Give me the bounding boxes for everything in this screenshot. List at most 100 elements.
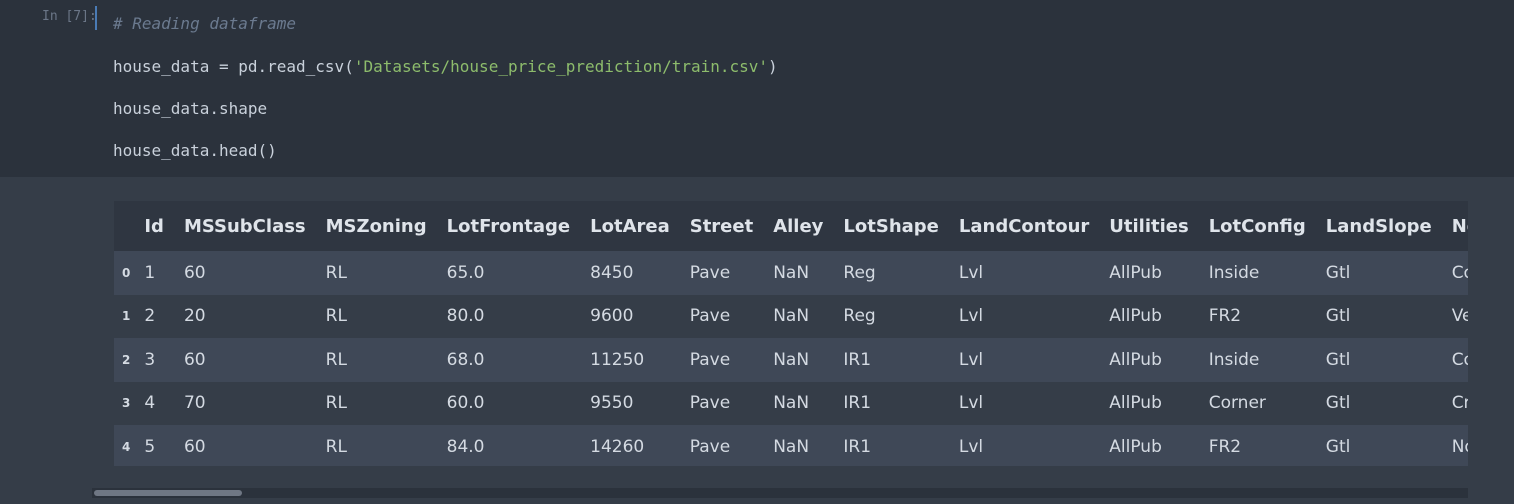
- code-text: ): [768, 57, 778, 76]
- table-cell: 20: [183, 306, 206, 327]
- column-header: LandSlope: [1315, 201, 1442, 251]
- table-cell: FR2: [1208, 306, 1242, 327]
- table-cell: RL: [325, 393, 347, 414]
- row-index: 1: [122, 309, 131, 324]
- table-cell: 60.0: [446, 393, 485, 414]
- table-cell: IR1: [843, 436, 872, 457]
- column-header: MSSubClass: [173, 201, 316, 251]
- dataframe-output: Id MSSubClass MSZoning LotFrontage LotArea St…: [114, 201, 1468, 466]
- table-cell: Veenker: [1451, 306, 1468, 327]
- table-cell: AllPub: [1109, 262, 1162, 283]
- table-cell: 65.0: [446, 262, 485, 283]
- table-cell: 8450: [590, 262, 634, 283]
- table-cell: Lvl: [958, 262, 984, 283]
- table-cell: 14260: [590, 436, 645, 457]
- row-index: 2: [122, 352, 131, 367]
- table-cell: FR2: [1208, 436, 1242, 457]
- table-cell: IR1: [843, 393, 872, 414]
- notebook-cell: In [7]: # Reading dataframe house_data =…: [0, 0, 1514, 504]
- table-cell: RL: [325, 436, 347, 457]
- table-cell: AllPub: [1109, 349, 1162, 370]
- table-cell: 80.0: [446, 306, 485, 327]
- table-cell: Pave: [689, 262, 731, 283]
- table-cell: NoRidge: [1451, 436, 1468, 457]
- table-cell: 60: [183, 436, 206, 457]
- column-header: MSZoning: [315, 201, 437, 251]
- index-header: [114, 201, 135, 251]
- column-header: Street: [679, 201, 764, 251]
- row-index: 4: [122, 439, 131, 454]
- table-cell: Gtl: [1325, 262, 1351, 283]
- column-header: LotArea: [580, 201, 680, 251]
- column-header: LotShape: [833, 201, 949, 251]
- table-cell: Gtl: [1325, 436, 1351, 457]
- column-header: LotConfig: [1198, 201, 1316, 251]
- table-row: 0 1 60 RL 65.0 8450 Pave NaN Reg Lvl AllPub Inside G…: [114, 251, 1468, 295]
- table-cell: 9600: [590, 306, 634, 327]
- table-row: 3 4 70 RL 60.0 9550 Pave NaN IR1 Lvl AllPub Corner G…: [114, 381, 1468, 425]
- table-cell: AllPub: [1109, 436, 1162, 457]
- table-cell: Inside: [1208, 349, 1260, 370]
- table-row: 1 2 20 RL 80.0 9600 Pave NaN Reg Lvl AllPub FR2 Gtl V…: [114, 294, 1468, 338]
- table-cell: AllPub: [1109, 393, 1162, 414]
- code-line-shape: house_data.shape: [113, 99, 268, 118]
- table-header-row: Id MSSubClass MSZoning LotFrontage LotArea St…: [114, 201, 1468, 251]
- code-string-literal: 'Datasets/house_price_prediction/train.c…: [353, 57, 769, 76]
- column-header: Utilities: [1099, 201, 1199, 251]
- table-cell: NaN: [773, 262, 810, 283]
- table-cell: 4: [144, 393, 156, 414]
- row-index: 3: [122, 396, 131, 411]
- table-cell: Pave: [689, 349, 731, 370]
- table-cell: Lvl: [958, 393, 984, 414]
- table-cell: NaN: [773, 349, 810, 370]
- table-cell: 68.0: [446, 349, 485, 370]
- code-line-head: house_data.head(): [113, 141, 277, 160]
- horizontal-scrollbar[interactable]: [92, 488, 1468, 498]
- table-cell: RL: [325, 306, 347, 327]
- column-header: Id: [134, 201, 174, 251]
- table-row: 4 5 60 RL 84.0 14260 Pave NaN IR1 Lvl AllPub FR2 Gtl…: [114, 425, 1468, 466]
- code-line-read-csv: house_data = pd.read_csv('Datasets/house…: [113, 57, 778, 76]
- column-header: LotFrontage: [436, 201, 581, 251]
- table-cell: Gtl: [1325, 393, 1351, 414]
- column-header: Alley: [763, 201, 834, 251]
- table-cell: Reg: [843, 262, 876, 283]
- table-cell: 11250: [590, 349, 645, 370]
- table-cell: Corner: [1208, 393, 1266, 414]
- table-cell: 3: [144, 349, 156, 370]
- cell-input-area[interactable]: In [7]: # Reading dataframe house_data =…: [0, 0, 1514, 177]
- table-cell: Gtl: [1325, 306, 1351, 327]
- table-cell: 60: [183, 262, 206, 283]
- table-cell: IR1: [843, 349, 872, 370]
- table-cell: 60: [183, 349, 206, 370]
- table-cell: Inside: [1208, 262, 1260, 283]
- table-cell: 2: [144, 306, 156, 327]
- cell-output-area: Id MSSubClass MSZoning LotFrontage LotArea St…: [0, 177, 1514, 504]
- table-cell: NaN: [773, 393, 810, 414]
- table-cell: Lvl: [958, 436, 984, 457]
- column-header: Neighborhood: [1441, 201, 1468, 251]
- column-header: LandContour: [948, 201, 1100, 251]
- table-cell: 70: [183, 393, 206, 414]
- table-cell: Pave: [689, 306, 731, 327]
- table-cell: 5: [144, 436, 156, 457]
- table-cell: RL: [325, 262, 347, 283]
- table-cell: Pave: [689, 436, 731, 457]
- code-text: house_data = pd.read_csv(: [113, 57, 354, 76]
- table-cell: NaN: [773, 436, 810, 457]
- table-row: 2 3 60 RL 68.0 11250 Pave NaN IR1 Lvl AllPub Inside…: [114, 338, 1468, 382]
- code-editor[interactable]: # Reading dataframe house_data = pd.read…: [97, 0, 1514, 177]
- table-cell: Lvl: [958, 349, 984, 370]
- table-cell: CollgCr: [1451, 349, 1468, 370]
- table-cell: Reg: [843, 306, 876, 327]
- scrollbar-thumb[interactable]: [94, 490, 242, 496]
- table-cell: RL: [325, 349, 347, 370]
- table-cell: Gtl: [1325, 349, 1351, 370]
- table-cell: Crawfor: [1451, 393, 1468, 414]
- table-cell: CollgCr: [1451, 262, 1468, 283]
- row-index: 0: [122, 265, 131, 280]
- dataframe-table: Id MSSubClass MSZoning LotFrontage LotArea St…: [114, 201, 1468, 466]
- table-cell: AllPub: [1109, 306, 1162, 327]
- table-cell: Pave: [689, 393, 731, 414]
- code-comment-line: # Reading dataframe: [113, 14, 297, 33]
